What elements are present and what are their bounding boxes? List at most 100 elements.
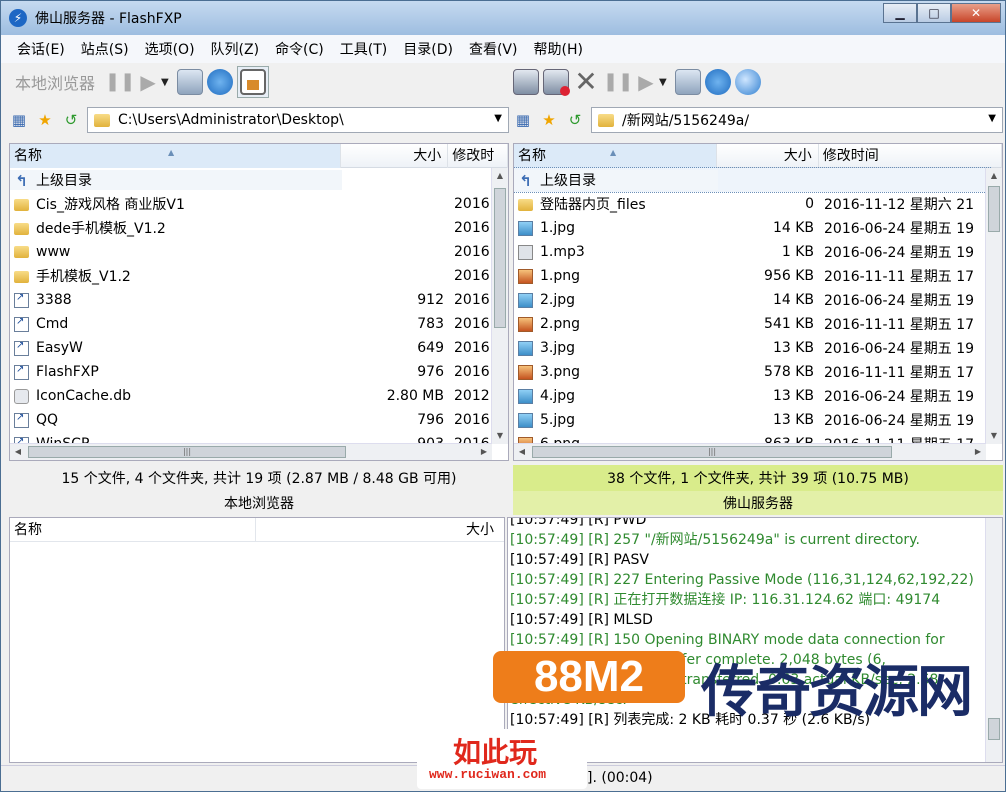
local-vertical-scrollbar[interactable]: ▲ ▼: [491, 168, 508, 444]
minimize-button[interactable]: ▁: [883, 3, 917, 23]
queue-column-size[interactable]: 大小: [256, 518, 502, 541]
file-row[interactable]: 登陆器内页_files 0 2016-11-12 星期六 21: [514, 192, 990, 216]
menu-tools[interactable]: 工具(T): [332, 39, 395, 59]
scroll-thumb[interactable]: |||: [532, 446, 892, 458]
column-modified[interactable]: 修改时: [448, 144, 508, 168]
sync-button[interactable]: [177, 66, 204, 98]
file-row[interactable]: 4.jpg 13 KB 2016-06-24 星期五 19: [514, 384, 990, 408]
file-row[interactable]: 2.png 541 KB 2016-11-11 星期五 17: [514, 312, 990, 336]
column-name[interactable]: 名称 ▲: [10, 144, 341, 168]
file-row[interactable]: 1.jpg 14 KB 2016-06-24 星期五 19: [514, 216, 990, 240]
scroll-up-arrow[interactable]: ▲: [492, 168, 508, 184]
parent-directory-row[interactable]: ↰ 上级目录: [514, 167, 991, 193]
file-row[interactable]: dede手机模板_V1.2 2016: [10, 216, 494, 240]
menu-help[interactable]: 帮助(H): [525, 39, 590, 59]
menu-view[interactable]: 查看(V): [461, 39, 526, 59]
home-icon: [240, 69, 267, 95]
file-row[interactable]: 1.png 956 KB 2016-11-11 星期五 17: [514, 264, 990, 288]
file-row[interactable]: 2.jpg 14 KB 2016-06-24 星期五 19: [514, 288, 990, 312]
file-row[interactable]: 5.jpg 13 KB 2016-06-24 星期五 19: [514, 408, 990, 432]
view-mode-icon[interactable]: ▦: [513, 110, 533, 130]
go-back-icon[interactable]: ↺: [565, 110, 585, 130]
jpg-icon: [518, 292, 533, 308]
chevron-down-icon[interactable]: ▼: [988, 113, 996, 124]
favorites-star-icon[interactable]: ★: [539, 110, 559, 130]
file-row[interactable]: Cmd 783 2016: [10, 312, 494, 336]
go-back-icon[interactable]: ↺: [61, 110, 81, 130]
file-row[interactable]: EasyW 649 2016: [10, 336, 494, 360]
menu-sites[interactable]: 站点(S): [73, 39, 137, 59]
menu-session[interactable]: 会话(E): [9, 39, 73, 59]
menu-options[interactable]: 选项(O): [137, 39, 203, 59]
file-row[interactable]: 手机模板_V1.2 2016: [10, 264, 494, 288]
scroll-down-arrow[interactable]: ▼: [492, 428, 508, 444]
queue-column-name[interactable]: 名称: [10, 518, 256, 541]
scroll-up-arrow[interactable]: ▲: [986, 168, 1002, 184]
column-size[interactable]: 大小: [717, 144, 819, 168]
remote-transfer-button[interactable]: ▶ ▼: [633, 66, 671, 98]
transfer-queue[interactable]: 名称 大小: [9, 517, 505, 763]
file-name: IconCache.db: [36, 388, 132, 404]
file-row[interactable]: 3388 912 2016: [10, 288, 494, 312]
disconnect-icon: [543, 69, 570, 96]
file-row[interactable]: www 2016: [10, 240, 494, 264]
transfer-button[interactable]: ▶ ▼: [135, 66, 173, 98]
local-browser-button[interactable]: 本地浏览器: [9, 66, 101, 98]
browser-button[interactable]: [735, 66, 761, 98]
home-button[interactable]: [237, 66, 270, 98]
remote-sync-button[interactable]: [675, 66, 701, 98]
file-name-cell: EasyW: [10, 340, 342, 356]
session-timer: ]. (00:04): [587, 770, 653, 786]
file-row[interactable]: QQ 796 2016: [10, 408, 494, 432]
local-path-combo[interactable]: C:\Users\Administrator\Desktop\ ▼: [87, 107, 509, 133]
file-row[interactable]: 3.png 578 KB 2016-11-11 星期五 17: [514, 360, 990, 384]
file-row[interactable]: FlashFXP 976 2016: [10, 360, 494, 384]
close-button[interactable]: ✕: [951, 3, 1001, 23]
scroll-thumb[interactable]: [988, 186, 1000, 232]
menu-directory[interactable]: 目录(D): [395, 39, 461, 59]
file-size: 956 KB: [764, 268, 814, 284]
remote-vertical-scrollbar[interactable]: ▲ ▼: [985, 168, 1002, 444]
column-modified[interactable]: 修改时间: [819, 144, 1002, 168]
file-row[interactable]: Cis_游戏风格 商业版V1 2016: [10, 192, 494, 216]
menu-queue[interactable]: 队列(Z): [203, 39, 268, 59]
file-size: 2.80 MB: [386, 388, 444, 404]
file-row[interactable]: IconCache.db 2.80 MB 2012: [10, 384, 494, 408]
file-name: 3.png: [540, 364, 581, 380]
png-icon: [518, 364, 533, 380]
connect-button[interactable]: [513, 66, 539, 98]
file-row[interactable]: 3.jpg 13 KB 2016-06-24 星期五 19: [514, 336, 990, 360]
maximize-button[interactable]: □: [917, 3, 951, 23]
scroll-left-arrow[interactable]: ◀: [514, 444, 530, 460]
local-horizontal-scrollbar[interactable]: ◀ ||| ▶: [10, 443, 492, 460]
menu-commands[interactable]: 命令(C): [267, 39, 332, 59]
log-scrollbar[interactable]: [985, 518, 1002, 762]
disconnect-button[interactable]: [543, 66, 570, 98]
scroll-right-arrow[interactable]: ▶: [970, 444, 986, 460]
abort-button[interactable]: ✕: [573, 66, 599, 98]
column-name[interactable]: 名称 ▲: [514, 144, 718, 168]
file-name: Cis_游戏风格 商业版V1: [36, 197, 185, 213]
refresh-button[interactable]: [207, 66, 234, 98]
favorites-star-icon[interactable]: ★: [35, 110, 55, 130]
chevron-down-icon[interactable]: ▼: [494, 113, 502, 124]
parent-directory-row[interactable]: ↰ 上级目录: [10, 168, 494, 192]
scroll-thumb[interactable]: [988, 718, 1000, 740]
remote-horizontal-scrollbar[interactable]: ◀ ||| ▶: [514, 443, 986, 460]
scroll-right-arrow[interactable]: ▶: [476, 444, 492, 460]
title-bar: ⚡ 佛山服务器 - FlashFXP ▁ □ ✕: [1, 1, 1005, 35]
scroll-down-arrow[interactable]: ▼: [986, 428, 1002, 444]
scroll-thumb[interactable]: [494, 188, 506, 328]
remote-path-combo[interactable]: /新网站/5156249a/ ▼: [591, 107, 1003, 133]
pause-button[interactable]: ❚❚: [105, 66, 135, 98]
remote-pause-button[interactable]: ❚❚: [603, 66, 633, 98]
view-mode-icon[interactable]: ▦: [9, 110, 29, 130]
column-size[interactable]: 大小: [341, 144, 449, 168]
file-name: 1.mp3: [540, 244, 585, 260]
remote-refresh-button[interactable]: [705, 66, 731, 98]
folder-icon: [14, 271, 29, 283]
scroll-thumb[interactable]: |||: [28, 446, 346, 458]
scroll-left-arrow[interactable]: ◀: [10, 444, 26, 460]
file-row[interactable]: 1.mp3 1 KB 2016-06-24 星期五 19: [514, 240, 990, 264]
file-name-cell: 3388: [10, 292, 342, 308]
